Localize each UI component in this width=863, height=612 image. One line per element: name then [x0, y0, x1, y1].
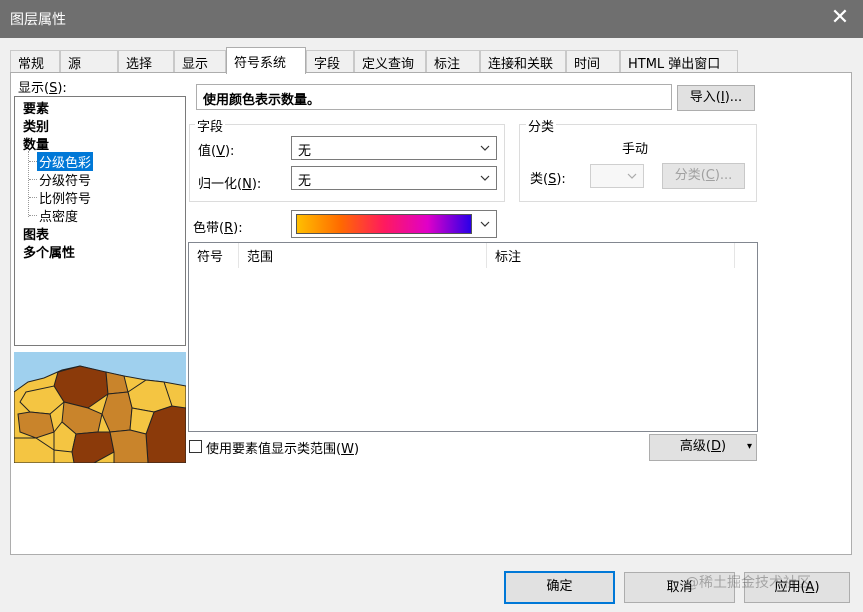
map-thumbnail-image	[14, 352, 186, 463]
normalization-dropdown-value: 无	[298, 174, 312, 189]
tab-selection[interactable]: 选择	[118, 50, 174, 73]
class-list[interactable]: 符号 范围 标注	[188, 242, 758, 432]
color-ramp-dropdown[interactable]	[291, 210, 497, 238]
show-label: 显示(S):	[18, 81, 67, 96]
tree-item-multiple-attributes[interactable]: 多个属性	[23, 242, 75, 261]
fields-group-title: 字段	[195, 116, 226, 135]
tree-item-graduated-symbols[interactable]: 分级符号	[39, 170, 91, 189]
title-bar: 图层属性 ✕	[0, 0, 863, 38]
advanced-button[interactable]: 高级(D) ▾	[649, 434, 757, 461]
value-dropdown[interactable]: 无	[291, 136, 497, 160]
tab-symbology[interactable]: 符号系统	[226, 47, 306, 74]
tree-item-dot-density[interactable]: 点密度	[39, 206, 78, 225]
close-icon[interactable]: ✕	[817, 0, 863, 38]
renderer-description: 使用颜色表示数量。	[196, 84, 672, 110]
chevron-down-icon	[480, 145, 490, 151]
tab-fields[interactable]: 字段	[306, 50, 354, 73]
classes-label: 类(S):	[530, 172, 566, 187]
tree-item-charts[interactable]: 图表	[23, 224, 49, 243]
color-ramp-swatch	[296, 214, 472, 234]
tab-general[interactable]: 常规	[10, 50, 60, 73]
tree-item-graduated-colors[interactable]: 分级色彩	[37, 152, 94, 171]
tab-joins-relates[interactable]: 连接和关联	[480, 50, 566, 73]
watermark: @稀土掘金技术社区	[685, 575, 811, 591]
tree-connector	[29, 215, 37, 216]
tree-connector	[29, 161, 37, 162]
column-header-label[interactable]: 标注	[487, 243, 735, 268]
classification-method: 手动	[622, 142, 649, 157]
normalization-dropdown[interactable]: 无	[291, 166, 497, 190]
tab-definition-query[interactable]: 定义查询	[354, 50, 426, 73]
tree-item-categories[interactable]: 类别	[23, 116, 49, 135]
tree-item-proportional-symbols[interactable]: 比例符号	[39, 188, 91, 207]
tab-display[interactable]: 显示	[174, 50, 226, 73]
chevron-down-icon	[627, 173, 637, 179]
dropdown-arrow-icon: ▾	[746, 441, 752, 452]
symbology-preview-map	[14, 352, 186, 463]
column-header-symbol[interactable]: 符号	[189, 243, 239, 268]
value-dropdown-value: 无	[298, 144, 312, 159]
use-feature-values-label: 使用要素值显示类范围(W)	[206, 442, 360, 457]
tree-item-features[interactable]: 要素	[23, 98, 49, 117]
tree-connector	[29, 179, 37, 180]
tab-labels[interactable]: 标注	[426, 50, 480, 73]
window-title: 图层属性	[10, 12, 66, 28]
tab-strip: 常规 源 选择 显示 符号系统 字段 定义查询 标注 连接和关联 时间 HTML…	[10, 47, 850, 74]
import-button[interactable]: 导入(I)...	[677, 85, 755, 111]
classification-group-title: 分类	[526, 116, 557, 135]
show-tree[interactable]: 要素 类别 数量 分级色彩 分级符号 比例符号 点密度 图表 多个属性	[14, 96, 186, 346]
chevron-down-icon	[480, 175, 490, 181]
color-ramp-label: 色带(R):	[193, 221, 243, 236]
ok-button[interactable]: 确定	[504, 571, 615, 604]
tab-source[interactable]: 源	[60, 50, 118, 73]
tree-item-quantities[interactable]: 数量	[23, 134, 49, 153]
tab-html-popup[interactable]: HTML 弹出窗口	[620, 50, 738, 73]
classify-button[interactable]: 分类(C)...	[662, 163, 745, 189]
tree-connector	[29, 197, 37, 198]
value-label: 值(V):	[198, 144, 235, 159]
use-feature-values-checkbox[interactable]	[189, 440, 202, 453]
normalization-label: 归一化(N):	[198, 177, 262, 192]
classes-dropdown[interactable]	[590, 164, 644, 188]
tab-time[interactable]: 时间	[566, 50, 620, 73]
chevron-down-icon	[480, 221, 490, 227]
column-header-range[interactable]: 范围	[239, 243, 487, 268]
